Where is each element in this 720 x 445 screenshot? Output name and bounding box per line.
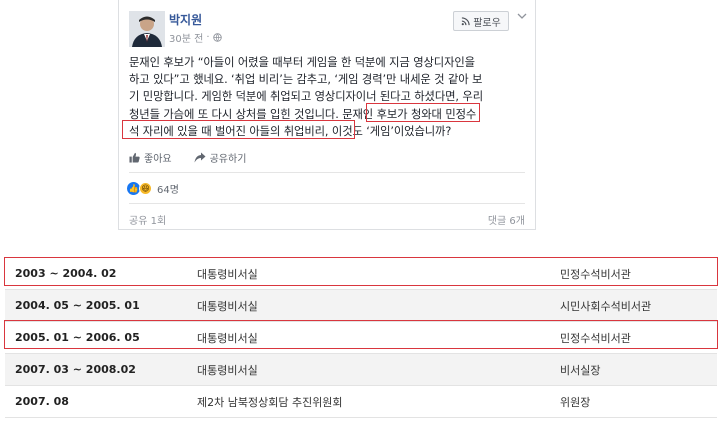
role-cell: 위원장 [550,385,717,418]
org-cell: 제2차 남북정상회담 추진위원회 [187,385,550,418]
follow-label: 팔로우 [473,17,501,29]
share-label: 공유하기 [209,154,247,165]
rss-icon [461,16,470,25]
chevron-down-icon[interactable] [517,12,527,23]
role-cell: 비서실장 [550,353,717,386]
thumbs-up-icon [129,152,140,163]
follow-button[interactable]: 팔로우 [453,11,509,31]
highlight-box [366,103,480,122]
profile-photo-icon [129,11,165,47]
share-count[interactable]: 공유 1회 [129,212,166,227]
like-label: 좋아요 [144,154,172,165]
comment-count[interactable]: 댓글 6개 [488,212,525,227]
table-row: 2007. 03 ~ 2008.02 대통령비서실 비서실장 [5,353,717,386]
org-cell: 대통령비서실 [187,289,550,322]
divider [129,172,525,173]
haha-reaction-icon: 😆 [139,182,152,195]
table-row: 2007. 08 제2차 남북정상회담 추진위원회 위원장 [5,385,717,418]
avatar[interactable] [129,11,165,47]
separator-dot: · [206,32,210,43]
table-row: 2004. 05 ~ 2005. 01 대통령비서실 시민사회수석비서관 [5,289,717,322]
reactions-summary[interactable]: 👍 😆 64명 [127,181,179,196]
row-highlight-box [4,257,718,286]
highlight-box [122,120,355,139]
post-line: 하고 있다”고 했네요. ‘취업 비리’는 감추고, ‘게임 경력’만 내세운 … [129,73,483,87]
facebook-post: 박지원 30분 전 · 팔로우 문재인 후보가 “아들이 어렸을 때부터 게임을… [118,0,536,230]
org-cell: 대통령비서실 [187,353,550,386]
post-line: 문재인 후보가 “아들이 어렸을 때부터 게임을 한 덕분에 지금 영상디자인을 [129,56,475,69]
period-cell: 2007. 03 ~ 2008.02 [5,353,187,386]
share-arrow-icon [194,152,206,163]
post-actions: 좋아요 공유하기 [129,150,246,165]
author-name[interactable]: 박지원 [169,11,202,28]
share-button[interactable]: 공유하기 [194,150,247,165]
row-highlight-box [4,320,718,349]
reaction-count: 64명 [157,185,179,196]
period-cell: 2007. 08 [5,385,187,418]
period-cell: 2004. 05 ~ 2005. 01 [5,289,187,322]
globe-icon [212,33,222,42]
post-meta: 30분 전 · [169,30,222,45]
divider [129,203,525,204]
like-button[interactable]: 좋아요 [129,150,172,165]
role-cell: 시민사회수석비서관 [550,289,717,322]
post-time[interactable]: 30분 전 [169,30,203,45]
